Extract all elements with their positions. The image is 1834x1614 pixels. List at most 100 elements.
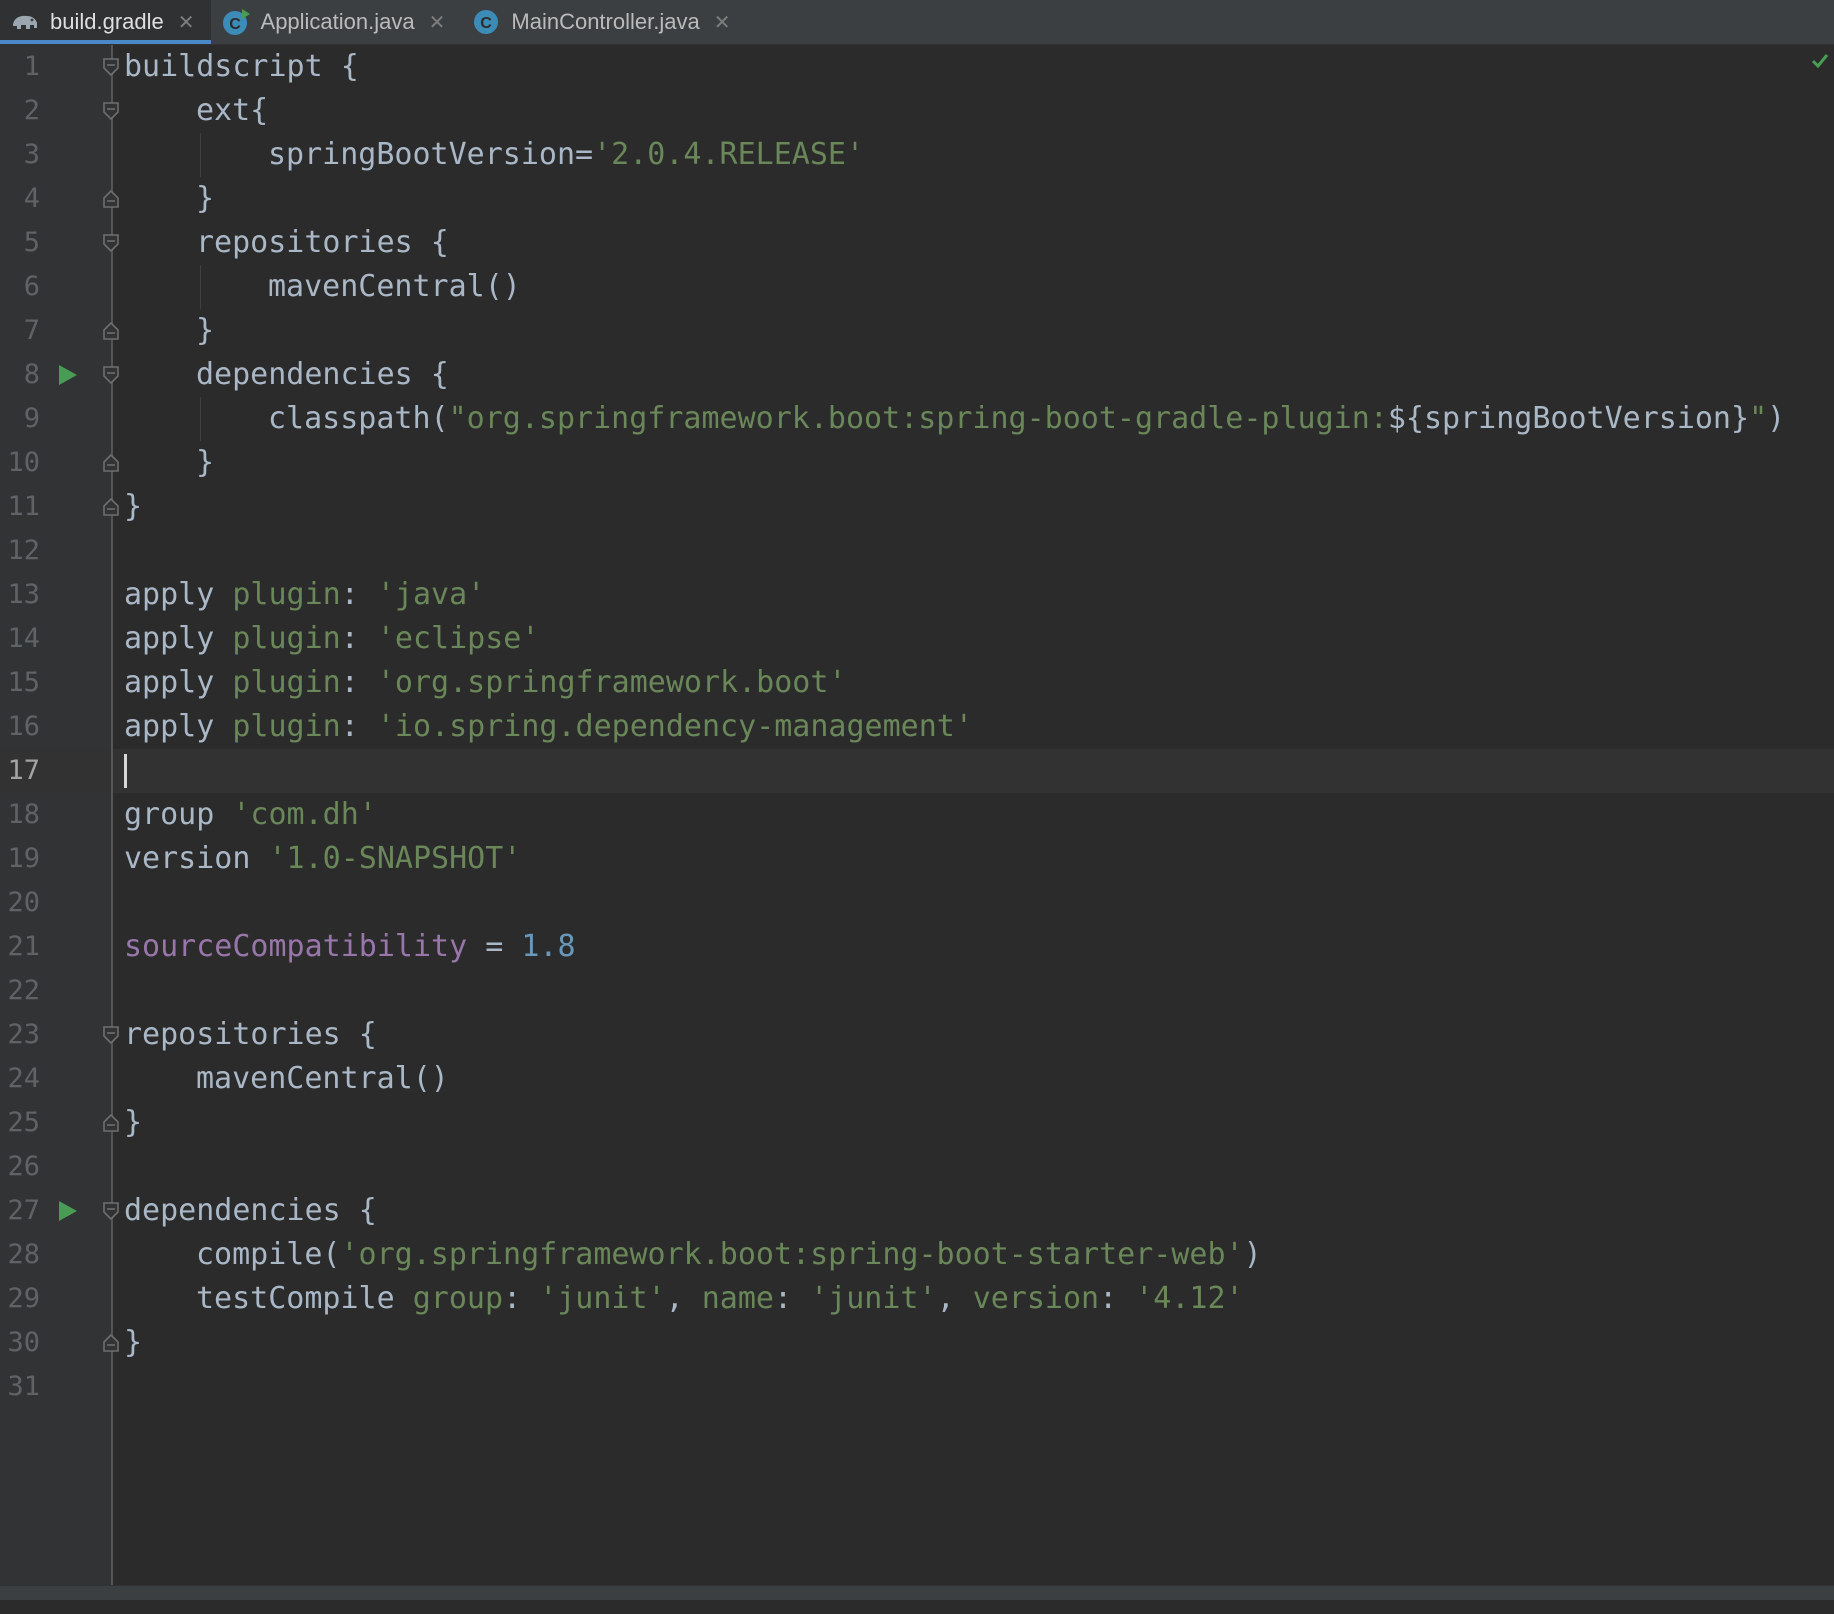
code-line[interactable]: 20 — [0, 881, 1834, 925]
code-line[interactable]: 17 — [0, 749, 1834, 793]
code-line[interactable]: 10} — [0, 441, 1834, 485]
code-line[interactable]: 27 dependencies { — [0, 1189, 1834, 1233]
code-line[interactable]: 23 repositories { — [0, 1013, 1834, 1057]
fold-end-icon[interactable] — [101, 321, 121, 341]
tab-label: build.gradle — [50, 9, 164, 34]
line-number: 11 — [7, 491, 40, 522]
indent-guide — [200, 265, 201, 309]
code-line[interactable]: 4} — [0, 177, 1834, 221]
code-token: 'org.springframework.boot' — [376, 665, 847, 700]
code-line[interactable]: 24 mavenCentral() — [0, 1057, 1834, 1101]
code-token: plugin — [232, 709, 341, 744]
code-token: compile( — [196, 1237, 341, 1272]
code-token: 'junit' — [539, 1281, 666, 1316]
code-text: } — [196, 309, 214, 353]
code-line[interactable]: 1 buildscript { — [0, 45, 1834, 89]
code-token: 'junit' — [810, 1281, 937, 1316]
close-icon[interactable]: ✕ — [178, 10, 195, 35]
tab-application-java[interactable]: C Application.java ✕ — [211, 0, 462, 44]
run-gutter-icon[interactable] — [55, 1199, 79, 1223]
code-token: springBootVersion= — [268, 137, 594, 172]
code-token: apply — [124, 621, 233, 656]
code-text: apply plugin: 'eclipse' — [124, 617, 539, 661]
code-line[interactable]: 21 sourceCompatibility = 1.8 — [0, 925, 1834, 969]
indent-guide — [200, 397, 201, 441]
code-token: sourceCompatibility — [124, 929, 468, 964]
code-line[interactable]: 18 group 'com.dh' — [0, 793, 1834, 837]
line-number: 28 — [7, 1239, 40, 1270]
code-token: version — [124, 841, 269, 876]
code-line[interactable]: 15 apply plugin: 'org.springframework.boo… — [0, 661, 1834, 705]
code-text: repositories { — [124, 1013, 377, 1057]
code-line[interactable]: 7} — [0, 309, 1834, 353]
code-token: '1.0-SNAPSHOT' — [268, 841, 522, 876]
gradle-elephant-icon — [10, 7, 40, 37]
code-line[interactable]: 6 mavenCentral() — [0, 265, 1834, 309]
code-line[interactable]: 11} — [0, 485, 1834, 529]
code-line[interactable]: 9 classpath("org.springframework.boot:spr… — [0, 397, 1834, 441]
line-number: 25 — [7, 1107, 40, 1138]
fold-end-icon[interactable] — [101, 1113, 121, 1133]
fold-end-icon[interactable] — [101, 1333, 121, 1353]
fold-open-icon[interactable] — [101, 101, 121, 121]
code-line[interactable]: 25} — [0, 1101, 1834, 1145]
code-editor[interactable]: 1 buildscript {2 ext{3 springBootVersion='2… — [0, 45, 1834, 1600]
code-token: } — [124, 489, 143, 524]
code-line[interactable]: 8 dependencies { — [0, 353, 1834, 397]
code-lines: 1 buildscript {2 ext{3 springBootVersion='2… — [0, 45, 1834, 1409]
code-text: group 'com.dh' — [124, 793, 377, 837]
code-text: repositories { — [196, 221, 449, 265]
code-line[interactable]: 16 apply plugin: 'io.spring.dependency-ma… — [0, 705, 1834, 749]
code-token: 'com.dh' — [232, 797, 377, 832]
code-line[interactable]: 30} — [0, 1321, 1834, 1365]
fold-end-icon[interactable] — [101, 497, 121, 517]
editor-tab-bar: build.gradle ✕ C Application.java ✕ C Ma… — [0, 0, 1834, 45]
code-token: } — [124, 1105, 143, 1140]
line-number: 24 — [7, 1063, 40, 1094]
fold-open-icon[interactable] — [101, 365, 121, 385]
line-number: 7 — [23, 315, 40, 346]
fold-open-icon[interactable] — [101, 57, 121, 77]
line-number: 13 — [7, 579, 40, 610]
fold-open-icon[interactable] — [101, 233, 121, 253]
code-text: } — [124, 1321, 142, 1365]
code-line[interactable]: 26 — [0, 1145, 1834, 1189]
code-token: version — [972, 1281, 1100, 1316]
code-text: } — [196, 177, 214, 221]
code-line[interactable]: 3 springBootVersion='2.0.4.RELEASE' — [0, 133, 1834, 177]
line-number: 8 — [23, 359, 40, 390]
close-icon[interactable]: ✕ — [714, 10, 731, 35]
horizontal-scrollbar[interactable] — [0, 1585, 1834, 1600]
code-line[interactable]: 22 — [0, 969, 1834, 1013]
code-token: } — [196, 181, 215, 216]
java-class-icon: C — [471, 7, 501, 37]
line-number: 31 — [7, 1371, 40, 1402]
close-icon[interactable]: ✕ — [429, 10, 446, 35]
code-line[interactable]: 28 compile('org.springframework.boot:spri… — [0, 1233, 1834, 1277]
line-number: 6 — [23, 271, 40, 302]
line-number: 16 — [7, 711, 40, 742]
tab-build-gradle[interactable]: build.gradle ✕ — [0, 0, 211, 44]
run-gutter-icon[interactable] — [55, 363, 79, 387]
fold-end-icon[interactable] — [101, 189, 121, 209]
code-line[interactable]: 5 repositories { — [0, 221, 1834, 265]
code-token: : — [340, 665, 377, 700]
code-token: : — [340, 577, 377, 612]
line-number: 17 — [7, 755, 40, 786]
code-line[interactable]: 29 testCompile group: 'junit', name: 'jun… — [0, 1277, 1834, 1321]
code-line[interactable]: 2 ext{ — [0, 89, 1834, 133]
code-line[interactable]: 14 apply plugin: 'eclipse' — [0, 617, 1834, 661]
fold-open-icon[interactable] — [101, 1025, 121, 1045]
tab-main-controller-java[interactable]: C MainController.java ✕ — [461, 0, 746, 44]
line-number: 27 — [7, 1195, 40, 1226]
code-token: apply — [124, 665, 233, 700]
fold-end-icon[interactable] — [101, 453, 121, 473]
code-token: repositories { — [124, 1017, 377, 1052]
fold-open-icon[interactable] — [101, 1201, 121, 1221]
code-line[interactable]: 12 — [0, 529, 1834, 573]
checkmark-icon[interactable] — [1810, 51, 1830, 71]
code-line[interactable]: 19 version '1.0-SNAPSHOT' — [0, 837, 1834, 881]
code-token: name — [701, 1281, 774, 1316]
code-line[interactable]: 31 — [0, 1365, 1834, 1409]
code-line[interactable]: 13 apply plugin: 'java' — [0, 573, 1834, 617]
